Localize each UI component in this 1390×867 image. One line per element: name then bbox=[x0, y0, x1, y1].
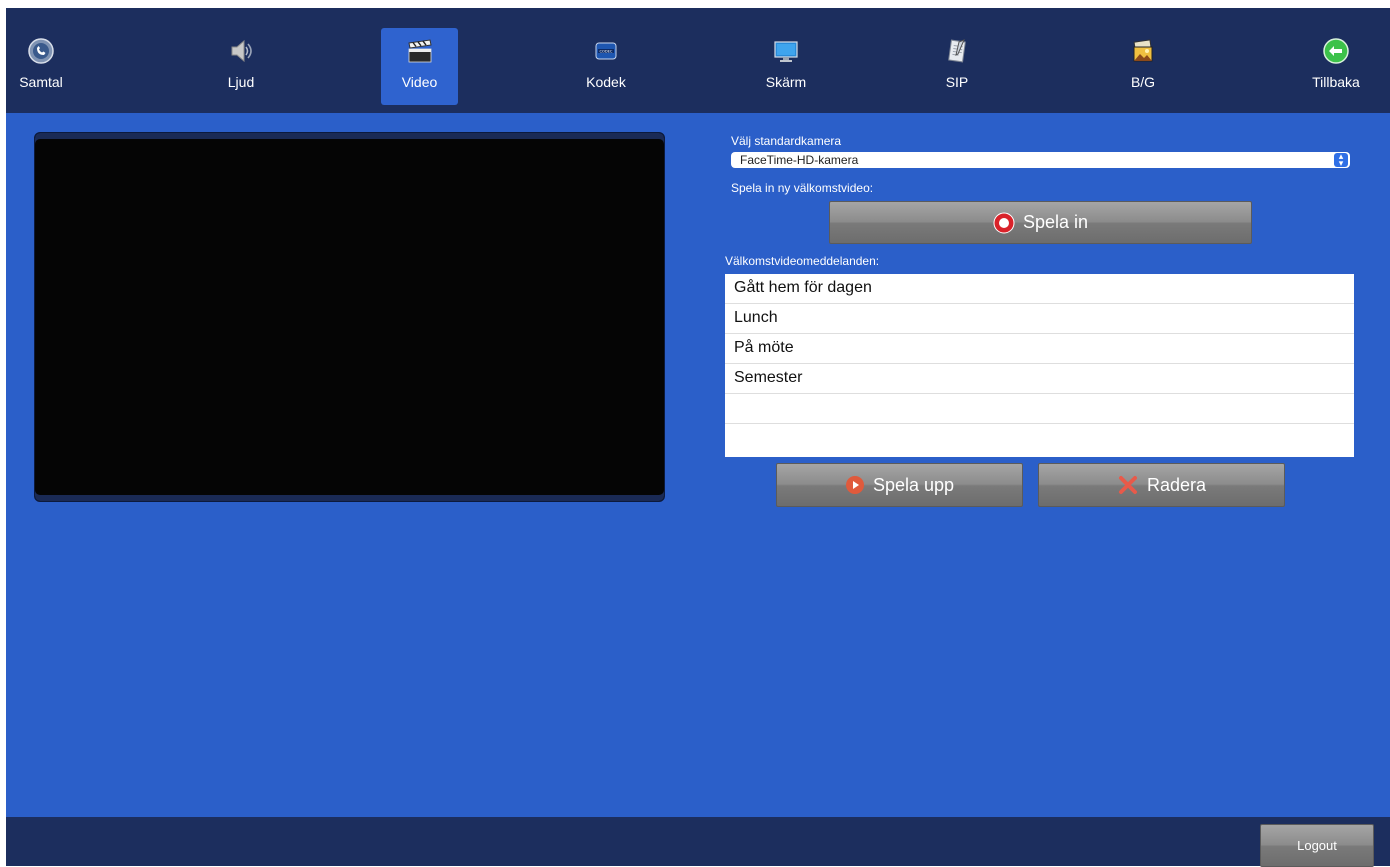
tab-label: Samtal bbox=[19, 74, 63, 90]
camera-label: Välj standardkamera bbox=[731, 134, 842, 148]
play-button[interactable]: Spela upp bbox=[776, 463, 1023, 507]
app-window: Samtal Ljud Video CODEC Kodek Skärm SIP … bbox=[6, 8, 1390, 867]
tab-label: Tillbaka bbox=[1312, 74, 1360, 90]
monitor-icon bbox=[771, 36, 801, 66]
logout-button[interactable]: Logout bbox=[1260, 824, 1374, 867]
phone-icon bbox=[26, 36, 56, 66]
codec-icon: CODEC bbox=[591, 36, 621, 66]
svg-text:CODEC: CODEC bbox=[600, 49, 613, 53]
tab-label: Kodek bbox=[586, 74, 626, 90]
tab-ljud[interactable]: Ljud bbox=[221, 28, 261, 105]
select-arrows-icon: ▴ ▾ bbox=[1334, 152, 1348, 168]
tab-kodek[interactable]: CODEC Kodek bbox=[583, 28, 629, 105]
tab-label: Skärm bbox=[765, 74, 807, 90]
play-button-label: Spela upp bbox=[872, 474, 955, 495]
tab-label: SIP bbox=[945, 74, 969, 90]
back-arrow-icon bbox=[1321, 36, 1351, 66]
list-item[interactable]: Lunch bbox=[725, 304, 1354, 334]
delete-icon bbox=[1117, 474, 1139, 496]
camera-select[interactable]: FaceTime-HD-kamera ▴ ▾ bbox=[731, 152, 1350, 168]
record-label: Spela in ny välkomstvideo: bbox=[731, 181, 874, 195]
messages-list: Gått hem för dagen Lunch På möte Semeste… bbox=[725, 274, 1354, 457]
record-icon bbox=[993, 212, 1015, 234]
delete-button-label: Radera bbox=[1146, 474, 1207, 495]
tab-samtal[interactable]: Samtal bbox=[12, 28, 70, 105]
messages-label: Välkomstvideomeddelanden: bbox=[725, 254, 880, 268]
tab-label: Video bbox=[401, 74, 438, 90]
tab-bg[interactable]: B/G bbox=[1123, 28, 1163, 105]
video-preview bbox=[34, 132, 665, 502]
tab-sip[interactable]: SIP bbox=[942, 28, 972, 105]
picture-icon bbox=[1128, 36, 1158, 66]
camera-select-value: FaceTime-HD-kamera bbox=[740, 153, 859, 167]
list-item[interactable]: Gått hem för dagen bbox=[725, 274, 1354, 304]
play-icon bbox=[845, 475, 865, 495]
tab-label: B/G bbox=[1130, 74, 1156, 90]
document-icon bbox=[942, 36, 972, 66]
list-item[interactable]: Semester bbox=[725, 364, 1354, 394]
top-toolbar: Samtal Ljud Video CODEC Kodek Skärm SIP … bbox=[6, 8, 1390, 113]
delete-button[interactable]: Radera bbox=[1038, 463, 1285, 507]
tab-tillbaka[interactable]: Tillbaka bbox=[1311, 28, 1361, 105]
record-button[interactable]: Spela in bbox=[829, 201, 1252, 244]
tab-label: Ljud bbox=[227, 74, 255, 90]
clapperboard-icon bbox=[405, 36, 435, 66]
record-button-label: Spela in bbox=[1022, 212, 1089, 232]
tab-video[interactable]: Video bbox=[381, 28, 458, 105]
footer-bar: Logout bbox=[6, 817, 1390, 867]
speaker-icon bbox=[226, 36, 256, 66]
list-item[interactable] bbox=[725, 424, 1354, 454]
logout-button-label: Logout bbox=[1297, 838, 1337, 853]
list-item[interactable] bbox=[725, 394, 1354, 424]
list-item[interactable]: På möte bbox=[725, 334, 1354, 364]
tab-skarm[interactable]: Skärm bbox=[762, 28, 810, 105]
